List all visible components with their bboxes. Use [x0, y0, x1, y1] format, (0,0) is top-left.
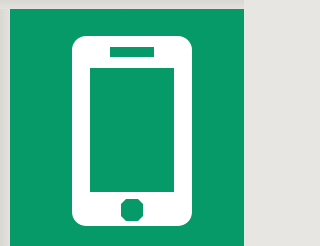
- phone-home-button: [121, 199, 143, 221]
- phone-screen: [90, 68, 174, 192]
- tile-left-shadow: [0, 0, 10, 246]
- tile-top-shadow: [0, 0, 244, 9]
- background-frame: [0, 0, 244, 246]
- phone-speaker: [110, 47, 154, 57]
- smartphone-icon: [72, 36, 192, 226]
